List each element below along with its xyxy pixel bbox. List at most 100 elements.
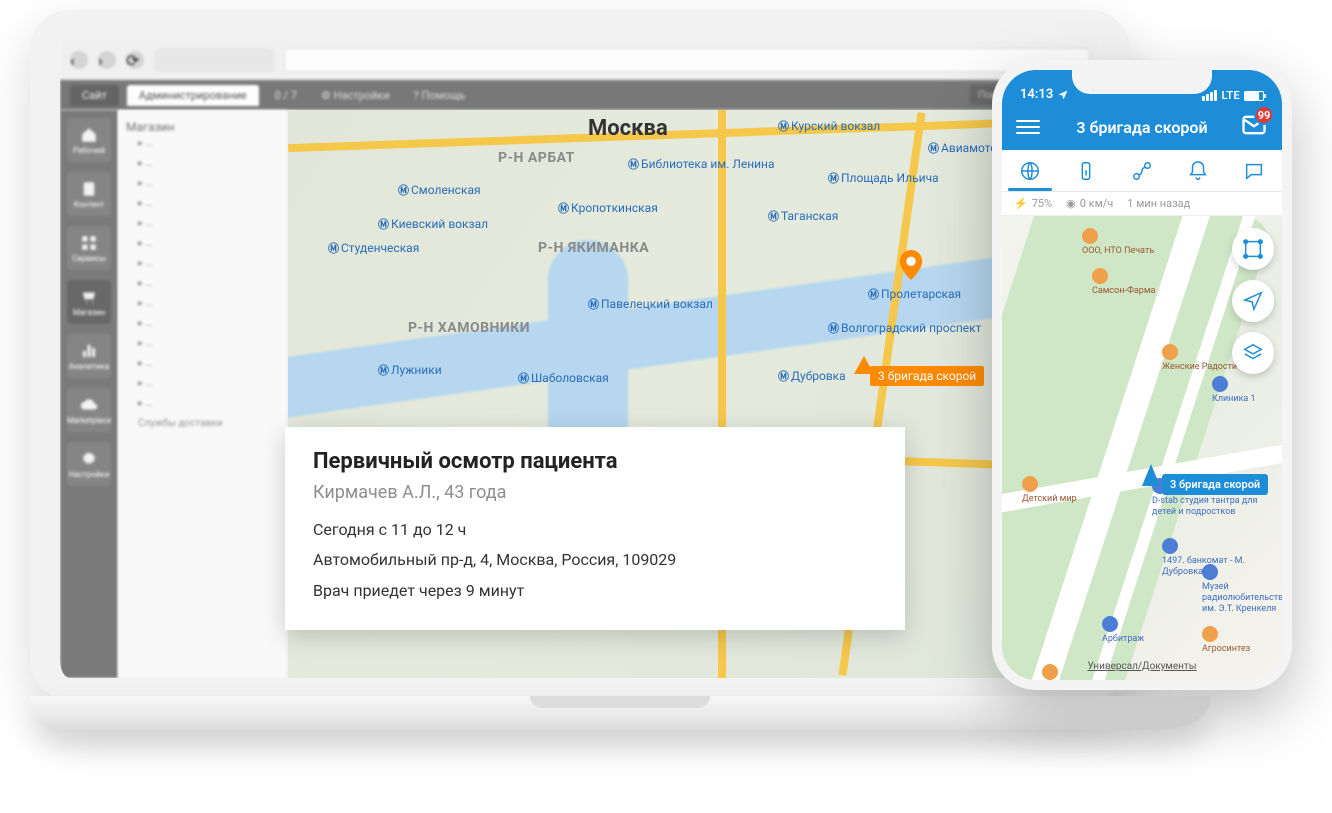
settings-link[interactable]: ⚙ Настройки <box>313 86 398 105</box>
card-title: Первичный осмотр пациента <box>313 449 877 474</box>
laptop-mockup: ‹ › ⟳ Сайт Администрирование 0 / 7 ⚙ Нас… <box>30 10 1130 740</box>
metro-ilyicha: Площадь Ильича <box>828 170 939 186</box>
sidebar-item-settings[interactable]: Настройки <box>67 442 111 486</box>
map-layers-button[interactable] <box>1232 332 1274 374</box>
poi-samson: Самсон-Фарма <box>1092 268 1155 297</box>
metro-shabolovskaya: Шаболовская <box>518 370 609 386</box>
inbox-button[interactable]: 99 <box>1240 111 1268 143</box>
map-city-label: Москва <box>588 116 668 141</box>
poi-detmir: Детский мир <box>1022 476 1077 505</box>
battery-icon <box>1244 91 1264 101</box>
map-attribution[interactable]: Универсал/Документы <box>1002 661 1282 672</box>
tab-globe[interactable] <box>1002 150 1058 191</box>
my-location-marker[interactable] <box>1142 464 1160 486</box>
chat-icon <box>1243 160 1265 182</box>
browser-toolbar: ‹ › ⟳ <box>60 40 1100 80</box>
poi-klinika: Клиника 1 <box>1212 376 1256 405</box>
grid-icon <box>80 234 98 252</box>
sidebar-item-dashboard[interactable]: Рабочий <box>67 118 111 162</box>
sidebar-item-store[interactable]: Магазин <box>67 280 111 324</box>
map-locate-button[interactable] <box>1232 280 1274 322</box>
phone-mockup: 14:13 LTE 3 бригада скорой 99 ⚡ 75% ◉ 0 … <box>992 60 1292 690</box>
updated-label: 1 мин назад <box>1127 197 1190 210</box>
menu-button[interactable] <box>1016 120 1040 134</box>
metro-lenina: Библиотека им. Ленина <box>628 156 774 172</box>
sidebar-item-marketplace[interactable]: Marketplace <box>67 388 111 432</box>
globe-icon <box>1019 160 1041 182</box>
layers-icon <box>1242 342 1264 364</box>
phone-tabbar <box>1002 150 1282 192</box>
metro-volgograd: Волгоградский проспект <box>828 320 981 336</box>
card-timeslot: Сегодня с 11 до 12 ч <box>313 515 877 545</box>
phone-meta-bar: ⚡ 75% ◉ 0 км/ч 1 мин назад <box>1002 192 1282 216</box>
app-tab-site[interactable]: Сайт <box>70 85 119 106</box>
browser-tab[interactable] <box>154 48 274 72</box>
nav-tree[interactable]: Магазин ▸ …▸ …▸ … ▸ …▸ …▸ … ▸ …▸ …▸ … ▸ … <box>118 110 288 678</box>
nav-sidebar: Рабочий Контент Сервисы Магазин Аналитик… <box>60 110 118 678</box>
reload-button[interactable]: ⟳ <box>126 51 144 69</box>
metro-dubrovka: Дубровка <box>778 368 846 384</box>
tab-chat[interactable] <box>1226 150 1282 191</box>
tab-route[interactable] <box>1114 150 1170 191</box>
location-arrow-icon <box>1057 89 1069 101</box>
poi-nto: ООО, НТО Печать <box>1082 228 1154 257</box>
battery-level: ⚡ 75% <box>1014 197 1052 210</box>
phone-map[interactable]: ООО, НТО Печать Самсон-Фарма Женские Рад… <box>1002 216 1282 680</box>
cloud-icon <box>80 396 98 414</box>
app-tab-admin[interactable]: Администрирование <box>127 85 259 106</box>
counter-badge: 0 / 7 <box>267 86 305 105</box>
metro-taganskaya: Таганская <box>768 208 838 224</box>
url-input[interactable] <box>284 48 1090 72</box>
district-arbat: Р-Н АРБАТ <box>498 150 575 166</box>
district-yakimanka: Р-Н ЯКИМАНКА <box>538 240 649 256</box>
help-link[interactable]: ? Помощь <box>406 86 474 105</box>
card-address: Автомобильный пр-д, 4, Москва, Россия, 1… <box>313 545 877 575</box>
sidebar-item-content[interactable]: Контент <box>67 172 111 216</box>
speed-indicator: ◉ 0 км/ч <box>1066 197 1113 210</box>
file-icon <box>80 180 98 198</box>
destination-marker[interactable] <box>896 250 926 280</box>
network-label: LTE <box>1221 89 1240 102</box>
poi-agrosintez: Агросинтез <box>1202 626 1250 655</box>
home-icon <box>80 126 98 144</box>
card-patient: Кирмачев А.Л., 43 года <box>313 482 877 503</box>
camera-icon <box>576 20 584 28</box>
patient-card: Первичный осмотр пациента Кирмачев А.Л.,… <box>285 427 905 630</box>
poi-radosti: Женские Радости <box>1162 344 1237 373</box>
metro-studench: Студенческая <box>328 240 419 256</box>
unread-badge: 99 <box>1254 105 1274 125</box>
team-chip[interactable]: 3 бригада скорой <box>1162 474 1268 495</box>
info-icon <box>1075 160 1097 182</box>
district-hamovniki: Р-Н ХАМОВНИКИ <box>408 320 530 336</box>
sidebar-item-services[interactable]: Сервисы <box>67 226 111 270</box>
status-time: 14:13 <box>1020 87 1053 102</box>
back-button[interactable]: ‹ <box>70 51 88 69</box>
map-zoomfit-button[interactable] <box>1232 228 1274 270</box>
metro-smolenskaya: Смоленская <box>398 182 481 198</box>
vehicle-label[interactable]: 3 бригада скорой <box>870 366 984 386</box>
locate-icon <box>1242 290 1264 312</box>
sidebar-item-analytics[interactable]: Аналитика <box>67 334 111 378</box>
metro-paveletsky: Павелецкий вокзал <box>588 296 713 312</box>
gear-icon <box>80 450 98 468</box>
bounds-icon <box>1242 238 1264 260</box>
metro-kursky: Курский вокзал <box>778 118 880 134</box>
metro-kievsky: Киевский вокзал <box>378 216 488 232</box>
bell-icon <box>1187 160 1209 182</box>
poi-museum: Музей радиолюбительства им. Э.Т. Кренкел… <box>1202 564 1282 614</box>
app-header: Сайт Администрирование 0 / 7 ⚙ Настройки… <box>60 80 1100 110</box>
poi-arbitrazh: Арбитраж <box>1102 616 1144 645</box>
forward-button[interactable]: › <box>98 51 116 69</box>
metro-proletarskaya: Пролетарская <box>868 286 961 302</box>
laptop-base <box>30 696 1210 730</box>
tab-alerts[interactable] <box>1170 150 1226 191</box>
tree-title: Магазин <box>124 116 281 138</box>
metro-luzhniki: Лужники <box>378 362 442 378</box>
phone-notch <box>1072 70 1212 94</box>
route-icon <box>1131 160 1153 182</box>
signal-icon <box>1202 90 1217 101</box>
tree-last-item[interactable]: Службы доставки <box>124 418 281 434</box>
phone-title: 3 бригада скорой <box>1076 118 1207 137</box>
tab-info[interactable] <box>1058 150 1114 191</box>
chart-icon <box>80 342 98 360</box>
